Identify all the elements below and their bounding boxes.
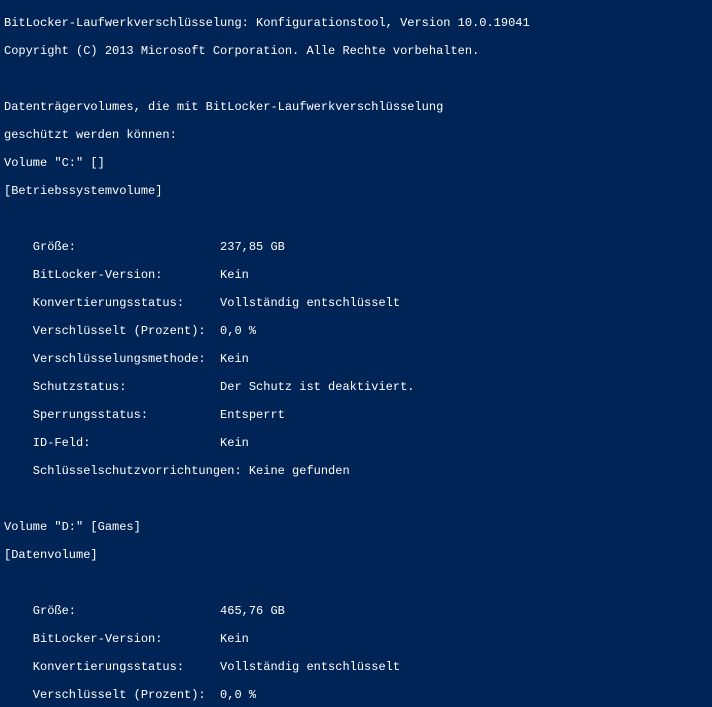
vol-size: Größe: 465,76 GB [4,604,708,618]
intro-line: Datenträgervolumes, die mit BitLocker-La… [4,100,708,114]
vol-version: BitLocker-Version: Kein [4,632,708,646]
volume-header: Volume "C:" [] [4,156,708,170]
vol-conversion: Konvertierungsstatus: Vollständig entsch… [4,296,708,310]
volume-header: Volume "D:" [Games] [4,520,708,534]
intro-line: geschützt werden können: [4,128,708,142]
blank-line [4,212,708,226]
vol-method: Verschlüsselungsmethode: Kein [4,352,708,366]
blank-line [4,72,708,86]
blank-line [4,576,708,590]
vol-id: ID-Feld: Kein [4,436,708,450]
vol-version: BitLocker-Version: Kein [4,268,708,282]
copyright-line: Copyright (C) 2013 Microsoft Corporation… [4,44,708,58]
vol-keys: Schlüsselschutzvorrichtungen: Keine gefu… [4,464,708,478]
vol-size: Größe: 237,85 GB [4,240,708,254]
powershell-terminal[interactable]: BitLocker-Laufwerkverschlüsselung: Konfi… [0,0,712,707]
vol-lock: Sperrungsstatus: Entsperrt [4,408,708,422]
blank-line [4,492,708,506]
vol-protection: Schutzstatus: Der Schutz ist deaktiviert… [4,380,708,394]
header-line: BitLocker-Laufwerkverschlüsselung: Konfi… [4,16,708,30]
vol-conversion: Konvertierungsstatus: Vollständig entsch… [4,660,708,674]
volume-type: [Datenvolume] [4,548,708,562]
volume-type: [Betriebssystemvolume] [4,184,708,198]
vol-percent: Verschlüsselt (Prozent): 0,0 % [4,688,708,702]
vol-percent: Verschlüsselt (Prozent): 0,0 % [4,324,708,338]
